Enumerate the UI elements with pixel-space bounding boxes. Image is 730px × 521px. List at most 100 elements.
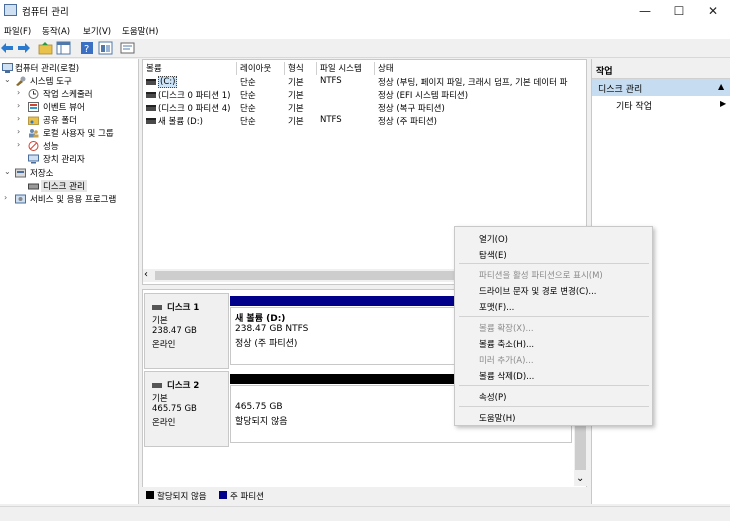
title-bar: 컴퓨터 관리 — ☐ ✕ <box>0 0 730 22</box>
volume-row[interactable]: (디스크 0 파티션 4) 단순 기본 정상 (복구 파티션) <box>143 102 586 114</box>
back-arrow-icon[interactable] <box>0 41 15 55</box>
disk-icon <box>152 383 162 388</box>
menu-item-explore[interactable]: 탐색(E) <box>479 249 507 261</box>
volume-row[interactable]: (C:) 단순 기본 NTFS 정상 (부팅, 페이지 파일, 크래시 덤프, … <box>143 76 586 88</box>
status-bar <box>0 506 730 521</box>
menu-item-add-mirror[interactable]: 미러 추가(A)... <box>479 354 534 366</box>
menu-item-help[interactable]: 도움말(H) <box>479 412 515 424</box>
volume-name: (디스크 0 파티션 1) <box>158 91 231 101</box>
partition-detail: 238.47 GB NTFS <box>235 324 309 334</box>
maximize-button[interactable]: ☐ <box>662 0 696 22</box>
tree-item-local-users[interactable]: › 로컬 사용자 및 그룹 <box>0 127 139 140</box>
disk-2-label[interactable]: 디스크 2 기본 465.75 GB 온라인 <box>144 371 229 447</box>
services-icon <box>15 194 26 204</box>
volume-status: 정상 (주 파티션) <box>378 117 437 127</box>
menu-file[interactable]: 파일(F) <box>4 25 31 37</box>
tree-label: 장치 관리자 <box>43 155 85 165</box>
tree-label: 저장소 <box>30 169 54 179</box>
menu-item-mark-active[interactable]: 파티션을 활성 파티션으로 표시(M) <box>479 269 603 281</box>
menu-item-extend-volume[interactable]: 볼륨 확장(X)... <box>479 322 534 334</box>
disk-type: 기본 <box>152 394 168 404</box>
tree-item-task-scheduler[interactable]: › 작업 스케줄러 <box>0 88 139 101</box>
tree-item-device-manager[interactable]: 장치 관리자 <box>0 153 139 166</box>
chevron-right-icon[interactable]: › <box>17 88 20 97</box>
context-menu: 열기(O) 탐색(E) 파티션을 활성 파티션으로 표시(M) 드라이브 문자 … <box>454 226 653 426</box>
actions-more[interactable]: 기타 작업 ▶ <box>592 98 730 112</box>
disk-1-label[interactable]: 디스크 1 기본 238.47 GB 온라인 <box>144 293 229 369</box>
disk-state: 온라인 <box>152 340 176 350</box>
chevron-right-icon[interactable]: › <box>4 193 7 202</box>
svg-text:?: ? <box>84 44 89 55</box>
menu-item-format[interactable]: 포맷(F)... <box>479 301 514 313</box>
disk-name: 디스크 2 <box>167 381 200 391</box>
column-header-layout[interactable]: 레이아웃 <box>237 62 285 75</box>
scroll-left-icon[interactable]: ‹ <box>144 269 148 280</box>
actions-section-disk-management[interactable]: 디스크 관리 ▲ <box>592 79 730 96</box>
properties-icon[interactable] <box>120 41 135 55</box>
view-icon[interactable] <box>98 41 113 55</box>
volume-name: (디스크 0 파티션 4) <box>158 104 231 114</box>
menu-separator <box>459 316 649 317</box>
tree-item-performance[interactable]: › 성능 <box>0 140 139 153</box>
volume-icon <box>146 105 156 111</box>
menu-item-open[interactable]: 열기(O) <box>479 233 508 245</box>
scrollbar-thumb[interactable] <box>155 271 461 280</box>
chevron-right-icon[interactable]: › <box>17 114 20 123</box>
tree-item-storage[interactable]: ⌄ 저장소 <box>0 167 139 180</box>
menu-action[interactable]: 동작(A) <box>42 25 70 37</box>
navigation-tree: 컴퓨터 관리(로컬) ⌄ 시스템 도구 › 작업 스케줄러 › 이벤트 뷰어 ›… <box>0 59 139 504</box>
legend-primary-swatch <box>219 491 227 499</box>
tree-item-computer-management[interactable]: 컴퓨터 관리(로컬) <box>0 62 139 75</box>
toolbar: ? <box>0 39 730 58</box>
column-header-type[interactable]: 형식 <box>285 62 317 75</box>
tree-item-event-viewer[interactable]: › 이벤트 뷰어 <box>0 101 139 114</box>
users-icon <box>28 128 39 138</box>
tree-item-system-tools[interactable]: ⌄ 시스템 도구 <box>0 75 139 88</box>
disk-size: 238.47 GB <box>152 326 197 336</box>
chevron-down-icon[interactable]: ⌄ <box>4 75 11 84</box>
menu-item-shrink-volume[interactable]: 볼륨 축소(H)... <box>479 338 534 350</box>
menu-view[interactable]: 보기(V) <box>83 25 111 37</box>
tree-item-shared-folders[interactable]: › 공유 폴더 <box>0 114 139 127</box>
minimize-button[interactable]: — <box>628 0 662 22</box>
actions-header: 작업 <box>596 67 613 77</box>
volume-icon <box>146 92 156 98</box>
forward-arrow-icon[interactable] <box>16 41 31 55</box>
tree-label: 공유 폴더 <box>43 116 77 126</box>
volume-status: 정상 (복구 파티션) <box>378 104 445 114</box>
scroll-down-icon[interactable]: ⌄ <box>576 473 584 484</box>
volume-status: 정상 (부팅, 페이지 파일, 크래시 덤프, 기본 데이터 파 <box>378 78 568 88</box>
menu-separator <box>459 385 649 386</box>
tree-label: 디스크 관리 <box>41 180 87 192</box>
disk-type: 기본 <box>152 316 168 326</box>
tree-item-services[interactable]: › 서비스 및 응용 프로그램 <box>0 193 139 206</box>
chevron-right-icon[interactable]: › <box>17 127 20 136</box>
show-tree-icon[interactable] <box>56 41 71 55</box>
chevron-right-icon[interactable]: › <box>17 140 20 149</box>
menu-item-delete-volume[interactable]: 볼륨 삭제(D)... <box>479 370 534 382</box>
partition-status: 정상 (주 파티션) <box>235 339 298 349</box>
volume-row[interactable]: (디스크 0 파티션 1) 단순 기본 정상 (EFI 시스템 파티션) <box>143 89 586 101</box>
volume-layout: 단순 <box>240 104 256 114</box>
tree-label: 서비스 및 응용 프로그램 <box>30 195 117 205</box>
performance-icon <box>28 141 39 151</box>
close-button[interactable]: ✕ <box>696 0 730 22</box>
chevron-down-icon[interactable]: ⌄ <box>4 167 11 176</box>
folder-up-icon[interactable] <box>38 41 53 55</box>
disk-size: 465.75 GB <box>152 404 197 414</box>
volume-fs: NTFS <box>320 115 342 125</box>
clock-icon <box>28 89 39 99</box>
volume-row[interactable]: 새 볼륨 (D:) 단순 기본 NTFS 정상 (주 파티션) <box>143 115 586 127</box>
column-header-status[interactable]: 상태 <box>375 62 586 75</box>
menu-item-properties[interactable]: 속성(P) <box>479 391 506 403</box>
window-title: 컴퓨터 관리 <box>22 7 69 18</box>
menu-help[interactable]: 도움말(H) <box>122 25 158 37</box>
chevron-right-icon[interactable]: › <box>17 101 20 110</box>
help-icon[interactable]: ? <box>80 41 95 55</box>
collapse-arrow-icon[interactable]: ▲ <box>718 82 724 91</box>
tree-item-disk-management[interactable]: 디스크 관리 <box>0 180 139 193</box>
column-header-file-system[interactable]: 파일 시스템 <box>317 62 375 75</box>
volume-status: 정상 (EFI 시스템 파티션) <box>378 91 469 101</box>
column-header-volume[interactable]: 볼륨 <box>143 62 237 75</box>
menu-item-change-drive-letter[interactable]: 드라이브 문자 및 경로 변경(C)... <box>479 285 597 297</box>
